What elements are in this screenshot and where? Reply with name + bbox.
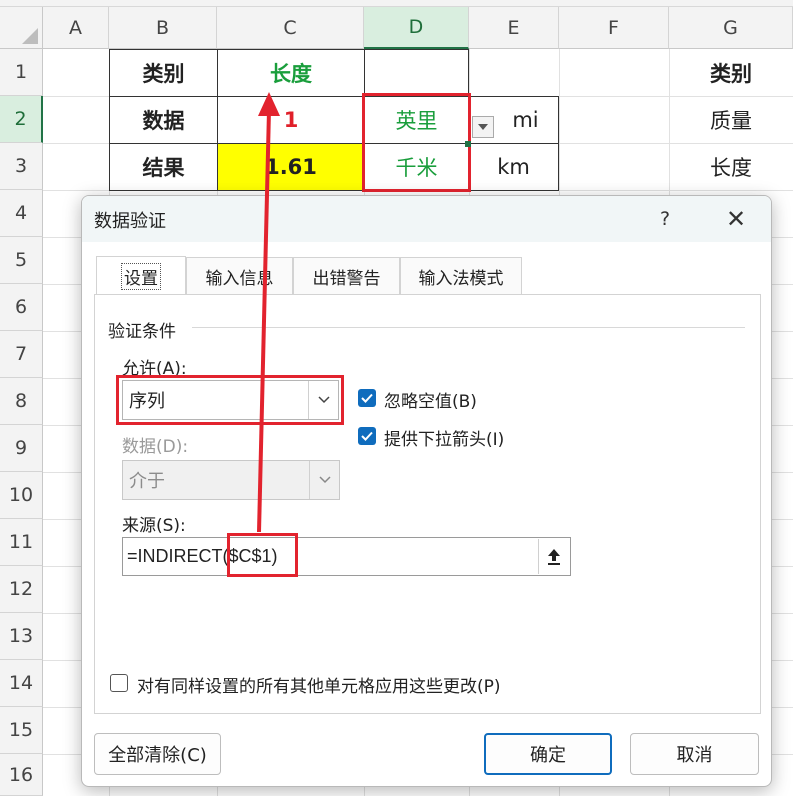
annotation-arrowhead [258, 92, 280, 116]
annotation-arrow [257, 92, 280, 533]
annotation-arrow-line [257, 109, 271, 533]
